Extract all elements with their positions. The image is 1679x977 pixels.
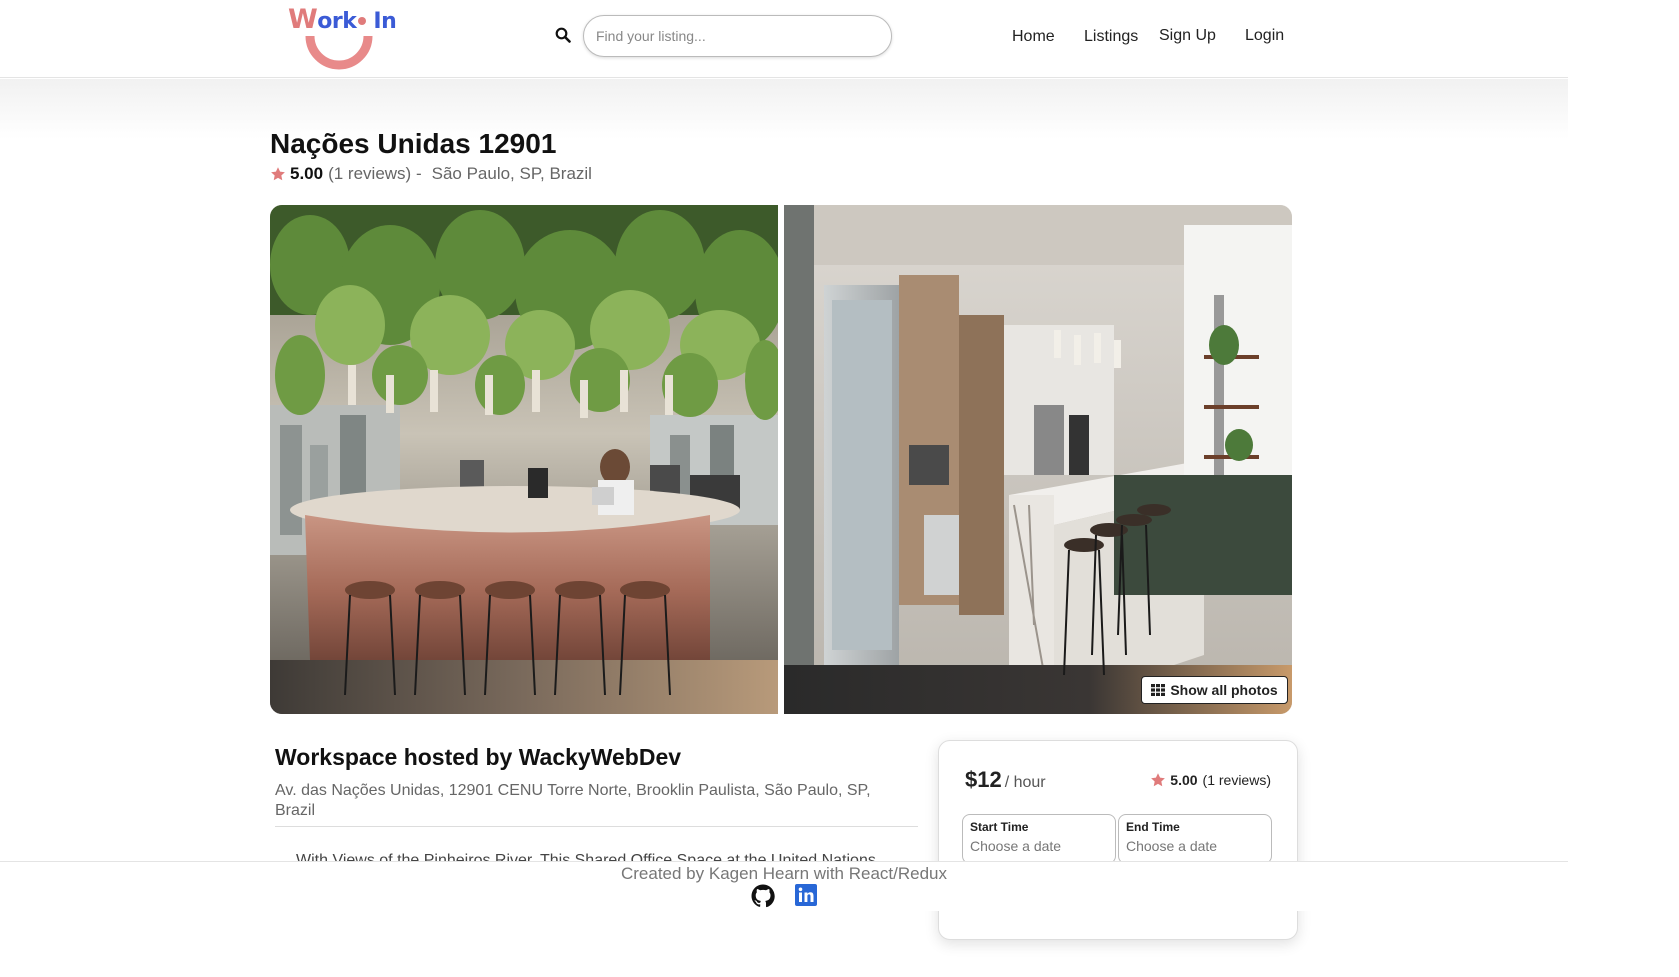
logo-smile-icon <box>305 35 373 70</box>
listing-rating-line: 5.00 (1 reviews) - São Paulo, SP, Brazil <box>270 164 592 184</box>
listing-review-count[interactable]: (1 reviews) - <box>328 164 422 184</box>
linkedin-icon[interactable] <box>795 884 817 906</box>
booking-rating: 5.00 (1 reviews) <box>1150 772 1271 788</box>
start-time-label: Start Time <box>970 820 1029 834</box>
listing-photo-main[interactable] <box>270 205 778 714</box>
site-footer: Created by Kagen Hearn with React/Redux <box>0 861 1568 911</box>
nav-login-link[interactable]: Login <box>1245 27 1284 45</box>
nav-home-link[interactable]: Home <box>1012 28 1055 46</box>
site-header: Work In Home Listings Sign Up Login <box>0 0 1568 78</box>
listing-photo-secondary[interactable] <box>784 205 1292 714</box>
logo-letters-ork: ork <box>317 9 357 34</box>
logo-dot <box>358 16 367 25</box>
listing-title: Nações Unidas 12901 <box>270 128 557 159</box>
star-icon <box>271 167 285 181</box>
grid-icon <box>1151 684 1166 696</box>
header-shadow-band <box>0 79 1568 139</box>
nav-signup-link[interactable]: Sign Up <box>1159 27 1216 45</box>
star-icon <box>1151 773 1166 787</box>
search-icon[interactable] <box>555 27 571 43</box>
booking-price: $12/ hour <box>965 767 1046 793</box>
end-time-value: Choose a date <box>1126 838 1218 854</box>
price-value: $12 <box>965 767 1002 792</box>
nav-listings-link[interactable]: Listings <box>1084 28 1138 46</box>
logo-letter-w: W <box>288 4 318 35</box>
price-unit: / hour <box>1004 774 1046 791</box>
start-time-value: Choose a date <box>970 838 1062 854</box>
end-time-label: End Time <box>1126 820 1180 834</box>
start-time-picker[interactable]: Start Time Choose a date <box>962 814 1116 864</box>
github-icon[interactable] <box>751 884 775 908</box>
listing-rating-value: 5.00 <box>290 164 324 183</box>
search-input[interactable] <box>583 15 892 57</box>
logo[interactable]: Work In <box>286 2 402 74</box>
show-all-photos-button[interactable]: Show all photos <box>1141 676 1288 704</box>
section-divider <box>275 826 918 827</box>
footer-credit: Created by Kagen Hearn with React/Redux <box>620 864 947 883</box>
show-all-photos-label: Show all photos <box>1170 682 1278 698</box>
booking-rating-value: 5.00 <box>1170 772 1198 788</box>
host-title: Workspace hosted by WackyWebDev <box>275 744 682 770</box>
booking-review-count: (1 reviews) <box>1202 772 1271 788</box>
end-time-picker[interactable]: End Time Choose a date <box>1118 814 1272 864</box>
logo-text: Work In <box>288 4 397 35</box>
listing-location: São Paulo, SP, Brazil <box>431 164 592 183</box>
listing-address: Av. das Nações Unidas, 12901 CENU Torre … <box>275 782 871 819</box>
logo-letters-in: In <box>373 9 397 34</box>
photo-kitchen-image <box>784 205 1292 714</box>
photo-cafe-bar-image <box>270 205 778 714</box>
